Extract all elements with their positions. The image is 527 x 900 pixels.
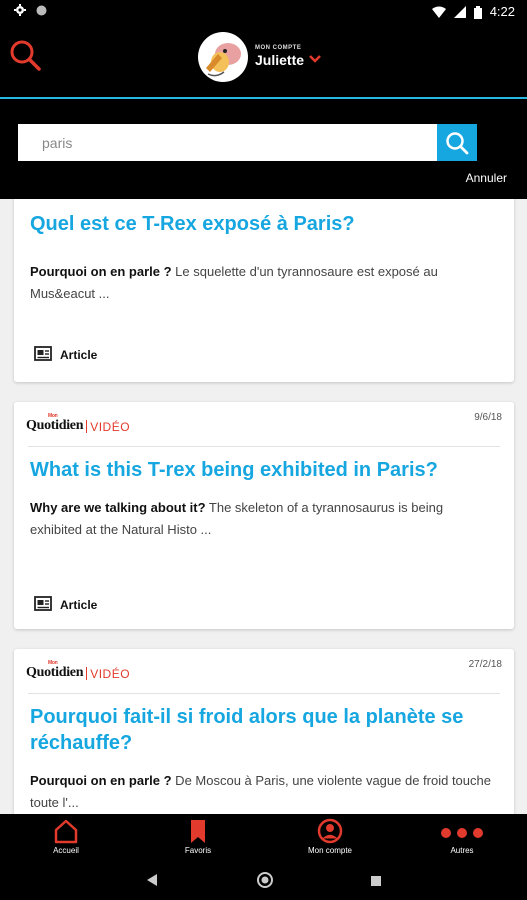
- article-icon: [34, 345, 52, 364]
- card-header: Mon Quotidien VIDÉO 27/2/18: [26, 649, 502, 694]
- status-time: 4:22: [489, 4, 515, 19]
- nav-account-label: Mon compte: [307, 846, 353, 855]
- brand-logo: Mon Quotidien VIDÉO: [26, 413, 131, 434]
- card-header: Mon Quotidien VIDÉO 9/6/18: [26, 402, 502, 447]
- nav-favorites-label: Favoris: [184, 846, 212, 855]
- brand-name: Quotidien: [26, 418, 84, 433]
- battery-icon: [473, 5, 482, 19]
- card-type: Article: [34, 595, 97, 614]
- results-list: Quel est ce T-Rex exposé à Paris? Pourqu…: [0, 199, 527, 814]
- chevron-down-icon: [308, 51, 322, 69]
- search-input[interactable]: [18, 124, 438, 161]
- account-name: Juliette: [255, 52, 305, 68]
- bookmark-icon: [191, 820, 205, 843]
- brand-logo: Mon Quotidien VIDÉO: [26, 660, 131, 681]
- section-label: VIDÉO: [90, 420, 131, 434]
- nav-home[interactable]: Accueil: [21, 818, 111, 855]
- card-desc-lead: Why are we talking about it?: [30, 500, 206, 515]
- search-bar: Annuler: [0, 99, 527, 199]
- card-type-label: Article: [60, 597, 98, 612]
- nav-more-label: Autres: [450, 846, 474, 855]
- wifi-icon: [431, 6, 446, 18]
- result-card[interactable]: Mon Quotidien VIDÉO 27/2/18 Pourquoi fait…: [14, 649, 514, 814]
- result-card[interactable]: Mon Quotidien VIDÉO 9/6/18 What is this T…: [14, 402, 514, 629]
- home-icon: [54, 819, 78, 844]
- nav-more[interactable]: Autres: [417, 818, 507, 855]
- nav-favorites[interactable]: Favoris: [153, 818, 243, 855]
- notification-dot-icon: [36, 5, 47, 16]
- search-toggle-button[interactable]: [6, 36, 46, 76]
- search-submit-button[interactable]: [437, 124, 477, 161]
- card-desc-lead: Pourquoi on en parle ?: [30, 773, 172, 788]
- brand-small: Mon: [48, 660, 58, 666]
- signal-icon: [453, 6, 466, 18]
- status-bar: 4:22: [0, 0, 527, 24]
- result-card[interactable]: Quel est ce T-Rex exposé à Paris? Pourqu…: [14, 199, 514, 382]
- card-title: Quel est ce T-Rex exposé à Paris?: [30, 213, 355, 235]
- search-icon: [10, 40, 41, 71]
- brand-name: Quotidien: [26, 665, 84, 680]
- nav-account[interactable]: Mon compte: [285, 818, 375, 855]
- card-type-label: Article: [60, 347, 98, 362]
- bottom-navigation: Accueil Favoris Mon compte Autres: [0, 814, 527, 862]
- recents-button[interactable]: [370, 874, 382, 892]
- recents-square-icon: [371, 876, 381, 886]
- card-date: 27/2/18: [468, 659, 502, 670]
- section-label: VIDÉO: [90, 667, 131, 681]
- system-navigation-bar: [0, 862, 527, 900]
- back-button[interactable]: [146, 873, 158, 892]
- card-title: Pourquoi fait-il si froid alors que la p…: [30, 706, 464, 754]
- home-circle-icon: [257, 872, 273, 888]
- nav-home-label: Accueil: [53, 846, 79, 855]
- card-date: 9/6/18: [474, 412, 502, 423]
- card-description: Why are we talking about it? The skeleto…: [14, 497, 514, 541]
- brand-small: Mon: [48, 413, 58, 419]
- settings-icon: [14, 4, 26, 16]
- app-header: MON COMPTE Juliette: [0, 24, 527, 98]
- more-dots-icon: [441, 828, 483, 838]
- card-type: Article: [34, 345, 97, 364]
- card-description: Pourquoi on en parle ? Le squelette d'un…: [14, 261, 514, 305]
- account-menu[interactable]: MON COMPTE Juliette: [198, 32, 322, 82]
- card-desc-lead: Pourquoi on en parle ?: [30, 264, 172, 279]
- avatar: [198, 32, 248, 82]
- home-button[interactable]: [256, 871, 274, 894]
- cancel-button[interactable]: Annuler: [466, 171, 507, 185]
- card-title: What is this T-rex being exhibited in Pa…: [30, 459, 438, 481]
- back-triangle-icon: [147, 874, 157, 886]
- search-icon: [446, 131, 469, 154]
- card-description: Pourquoi on en parle ? De Moscou à Paris…: [14, 770, 514, 814]
- article-icon: [34, 595, 52, 614]
- user-icon: [317, 818, 343, 844]
